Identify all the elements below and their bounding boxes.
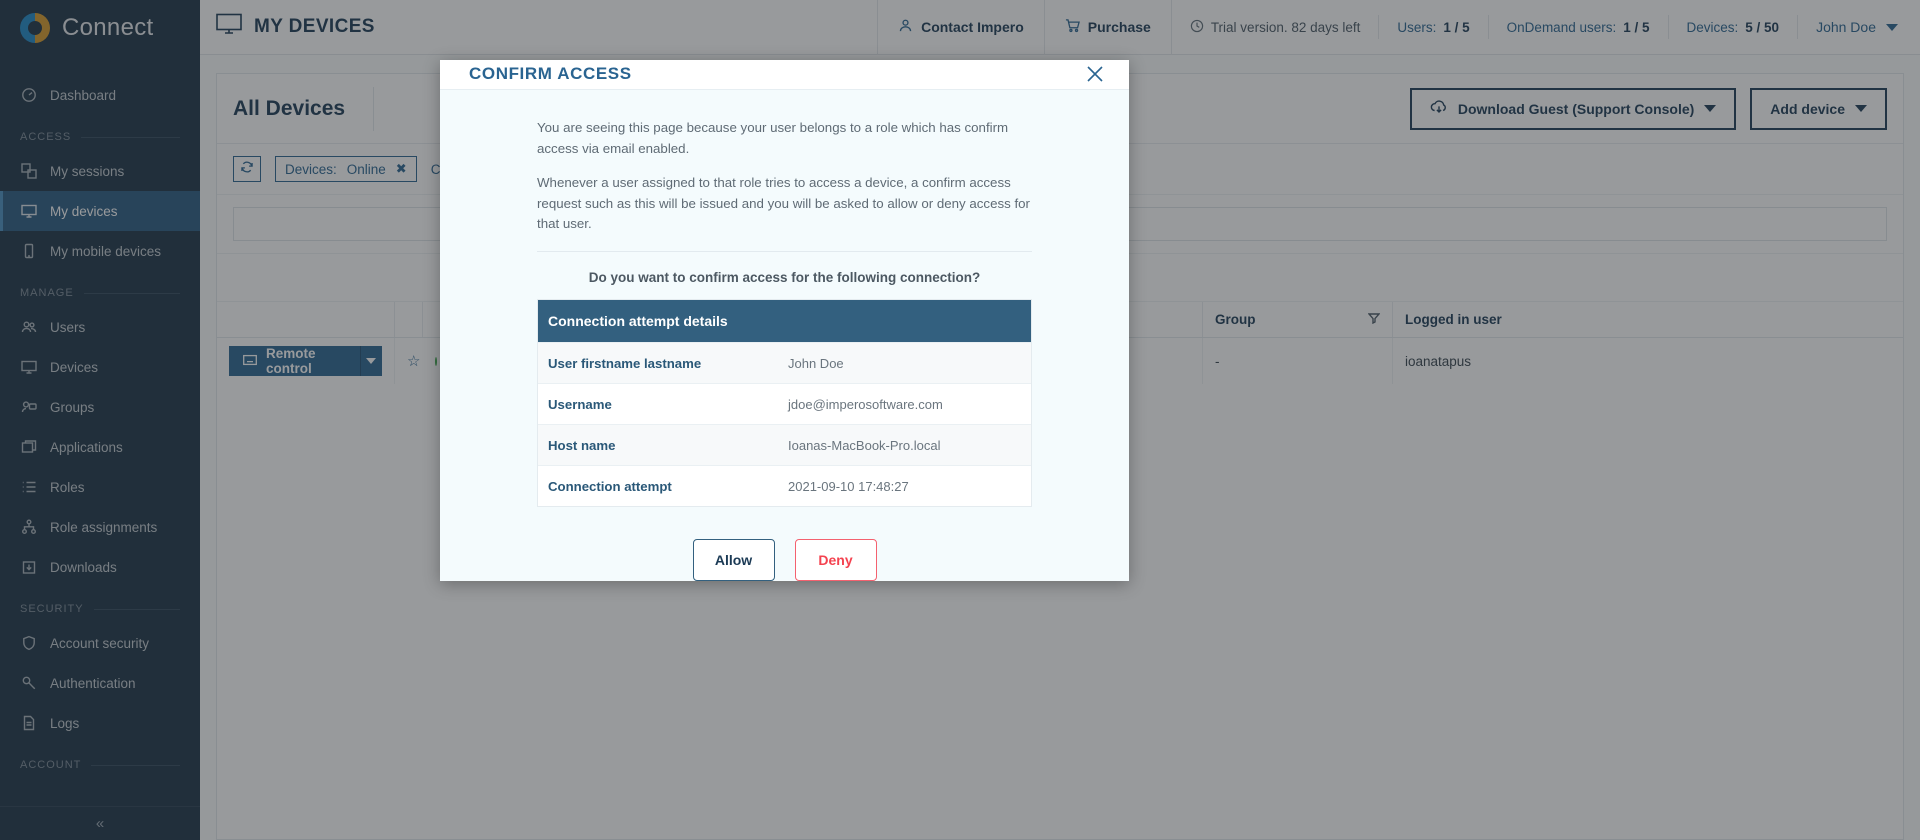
detail-label: Host name [548,437,616,453]
connection-details-table-header: Connection attempt details [538,300,1031,342]
modal-paragraph-1: You are seeing this page because your us… [537,119,1009,156]
connection-details-table: Connection attempt details User firstnam… [537,299,1032,507]
modal-divider [537,251,1032,252]
app-root: Connect Dashboard ACCESS My sessions My … [0,0,1920,840]
detail-label: Username [548,396,612,412]
detail-row-host-name: Host name Ioanas-MacBook-Pro.local [538,424,1031,465]
detail-value: Ioanas-MacBook-Pro.local [788,437,941,453]
modal-header: CONFIRM ACCESS [440,60,1129,90]
detail-value: 2021-09-10 17:48:27 [788,478,909,494]
confirm-access-modal: CONFIRM ACCESS You are seeing this page … [440,60,1129,581]
modal-title: CONFIRM ACCESS [469,64,632,84]
detail-row-user-fullname: User firstname lastname John Doe [538,342,1031,383]
modal-actions: Allow Deny [537,507,1032,581]
detail-value: jdoe@imperosoftware.com [788,396,943,412]
detail-label: User firstname lastname [548,355,702,371]
detail-value: John Doe [788,355,844,371]
modal-body: You are seeing this page because your us… [440,90,1129,581]
modal-paragraph-2: Whenever a user assigned to that role tr… [537,175,1030,232]
detail-row-username: Username jdoe@imperosoftware.com [538,383,1031,424]
detail-label: Connection attempt [548,478,672,494]
deny-button[interactable]: Deny [794,539,877,581]
detail-row-connection-attempt: Connection attempt 2021-09-10 17:48:27 [538,465,1031,506]
modal-question: Do you want to confirm access for the fo… [588,270,981,285]
allow-button[interactable]: Allow [692,539,775,581]
close-icon[interactable] [1083,62,1107,86]
